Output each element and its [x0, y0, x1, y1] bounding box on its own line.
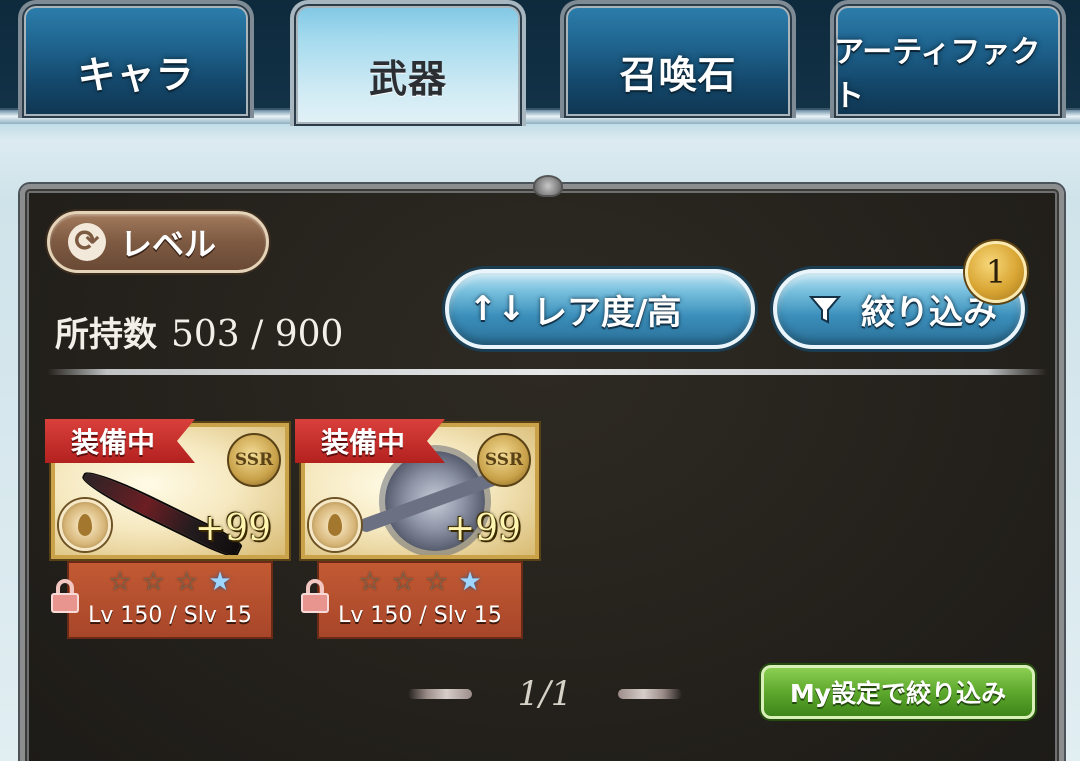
owned-count: 所持数 503 / 900: [55, 307, 343, 356]
uncap-stars: ☆ ☆ ☆ ★: [69, 569, 271, 595]
card-info: ☆ ☆ ☆ ★ Lv 150 / Slv 15: [67, 561, 273, 639]
sort-type-button[interactable]: ⟳ レベル: [47, 211, 269, 273]
element-icon: [59, 499, 111, 551]
prev-page-icon[interactable]: [407, 689, 472, 699]
star-icon: ☆: [108, 567, 132, 597]
level-text: Lv 150 / Slv 15: [338, 603, 502, 628]
ssr-rarity-icon: SSR: [477, 433, 531, 487]
owned-label: 所持数: [55, 315, 157, 355]
tab-bar: キャラ 武器 召喚石 アーティファクト: [0, 0, 1080, 132]
weapon-card[interactable]: SSR +99 装備中 ☆ ☆ ☆ ★ Lv 150 / Slv 15: [45, 419, 289, 641]
star-icon: ☆: [391, 567, 415, 597]
divider: [47, 369, 1047, 375]
pagination: 1/1: [405, 669, 685, 719]
ssr-rarity-icon: SSR: [227, 433, 281, 487]
tab-chara[interactable]: キャラ: [18, 0, 254, 118]
weapon-list-panel: ⟳ レベル 所持数 503 / 900 ↑↓ レア度/高 絞り込み 1 SSR +…: [20, 175, 1064, 761]
my-filter-button[interactable]: My設定で絞り込み: [761, 665, 1035, 719]
star-icon: ☆: [175, 567, 199, 597]
equipped-ribbon: 装備中: [295, 419, 445, 463]
blue-star-icon: ★: [208, 567, 232, 597]
sort-arrows-icon: ↑↓: [468, 289, 526, 329]
filter-count-badge: 1: [965, 241, 1027, 303]
lock-icon: [51, 579, 79, 613]
page-indicator: 1/1: [517, 674, 573, 714]
rarity-sort-button[interactable]: ↑↓ レア度/高: [445, 269, 755, 349]
blue-star-icon: ★: [458, 567, 482, 597]
plus-value: +99: [445, 508, 521, 549]
card-info: ☆ ☆ ☆ ★ Lv 150 / Slv 15: [317, 561, 523, 639]
lock-icon: [301, 579, 329, 613]
refresh-icon: ⟳: [68, 223, 106, 261]
plus-value: +99: [195, 508, 271, 549]
element-icon: [309, 499, 361, 551]
weapon-card[interactable]: SSR +99 装備中 ☆ ☆ ☆ ★ Lv 150 / Slv 15: [295, 419, 539, 641]
panel-ornament: [533, 175, 563, 197]
equipped-ribbon: 装備中: [45, 419, 195, 463]
funnel-icon: [803, 287, 847, 331]
tab-weapon[interactable]: 武器: [290, 0, 526, 126]
sort-type-label: レベル: [120, 225, 217, 263]
owned-value: 503 / 900: [171, 314, 344, 355]
star-icon: ☆: [425, 567, 449, 597]
star-icon: ☆: [358, 567, 382, 597]
star-icon: ☆: [141, 567, 165, 597]
next-page-icon[interactable]: [618, 689, 683, 699]
level-text: Lv 150 / Slv 15: [88, 603, 252, 628]
tab-artifact[interactable]: アーティファクト: [830, 0, 1066, 118]
tab-summon[interactable]: 召喚石: [560, 0, 796, 118]
rarity-sort-label: レア度/高: [533, 292, 682, 333]
uncap-stars: ☆ ☆ ☆ ★: [319, 569, 521, 595]
